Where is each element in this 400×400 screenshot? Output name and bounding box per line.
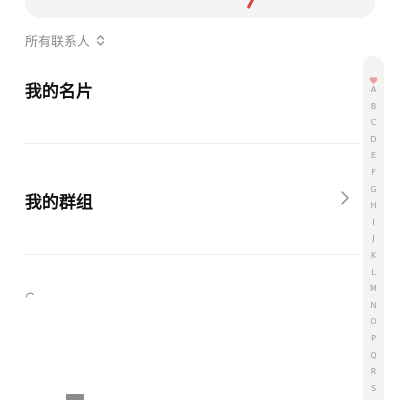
index-letter-i[interactable]: I bbox=[363, 216, 384, 230]
index-letter-k[interactable]: K bbox=[363, 249, 384, 263]
index-letter-e[interactable]: E bbox=[363, 149, 384, 163]
index-letter-r[interactable]: R bbox=[363, 365, 384, 379]
contacts-screen: 所有联系人 我的名片 我的群组 ABCDEFG H I J K L M N O … bbox=[0, 0, 400, 400]
my-card-row[interactable]: 我的名片 bbox=[25, 76, 350, 102]
index-letter-l[interactable]: L bbox=[363, 266, 384, 280]
index-letter-d[interactable]: D bbox=[363, 133, 384, 147]
my-groups-row[interactable]: 我的群组 bbox=[25, 187, 350, 213]
index-letter-g[interactable]: G bbox=[363, 183, 384, 197]
chevron-up-down-icon bbox=[96, 34, 105, 47]
chevron-right-icon bbox=[340, 190, 350, 210]
accent-mark bbox=[246, 0, 255, 10]
index-letter-j[interactable]: J bbox=[363, 232, 384, 246]
my-groups-label: 我的群组 bbox=[25, 192, 93, 213]
index-letter-m[interactable]: M bbox=[363, 282, 384, 296]
index-letter-q[interactable]: Q bbox=[363, 349, 384, 363]
index-letter-b[interactable]: B bbox=[363, 100, 384, 114]
spinner-icon bbox=[25, 286, 35, 298]
index-letter-p[interactable]: P bbox=[363, 332, 384, 346]
index-letter-h[interactable]: H bbox=[363, 199, 384, 213]
alphabet-index-bar[interactable]: ABCDEFGHIJKLMNOPQRS bbox=[363, 56, 384, 400]
divider bbox=[25, 254, 360, 255]
divider bbox=[25, 143, 360, 144]
index-letter-f[interactable]: F bbox=[363, 166, 384, 180]
heart-icon[interactable] bbox=[369, 70, 378, 85]
index-letter-c[interactable]: C bbox=[363, 116, 384, 130]
contact-filter-dropdown[interactable]: 所有联系人 bbox=[25, 30, 105, 50]
filter-label: 所有联系人 bbox=[25, 34, 91, 50]
my-card-label: 我的名片 bbox=[25, 81, 93, 102]
bottom-block bbox=[66, 394, 84, 400]
search-card[interactable] bbox=[25, 0, 375, 18]
index-letter-n[interactable]: N bbox=[363, 299, 384, 313]
index-letter-o[interactable]: O bbox=[363, 315, 384, 329]
index-letter-a[interactable]: A bbox=[363, 83, 384, 97]
index-letter-s[interactable]: S bbox=[363, 382, 384, 396]
